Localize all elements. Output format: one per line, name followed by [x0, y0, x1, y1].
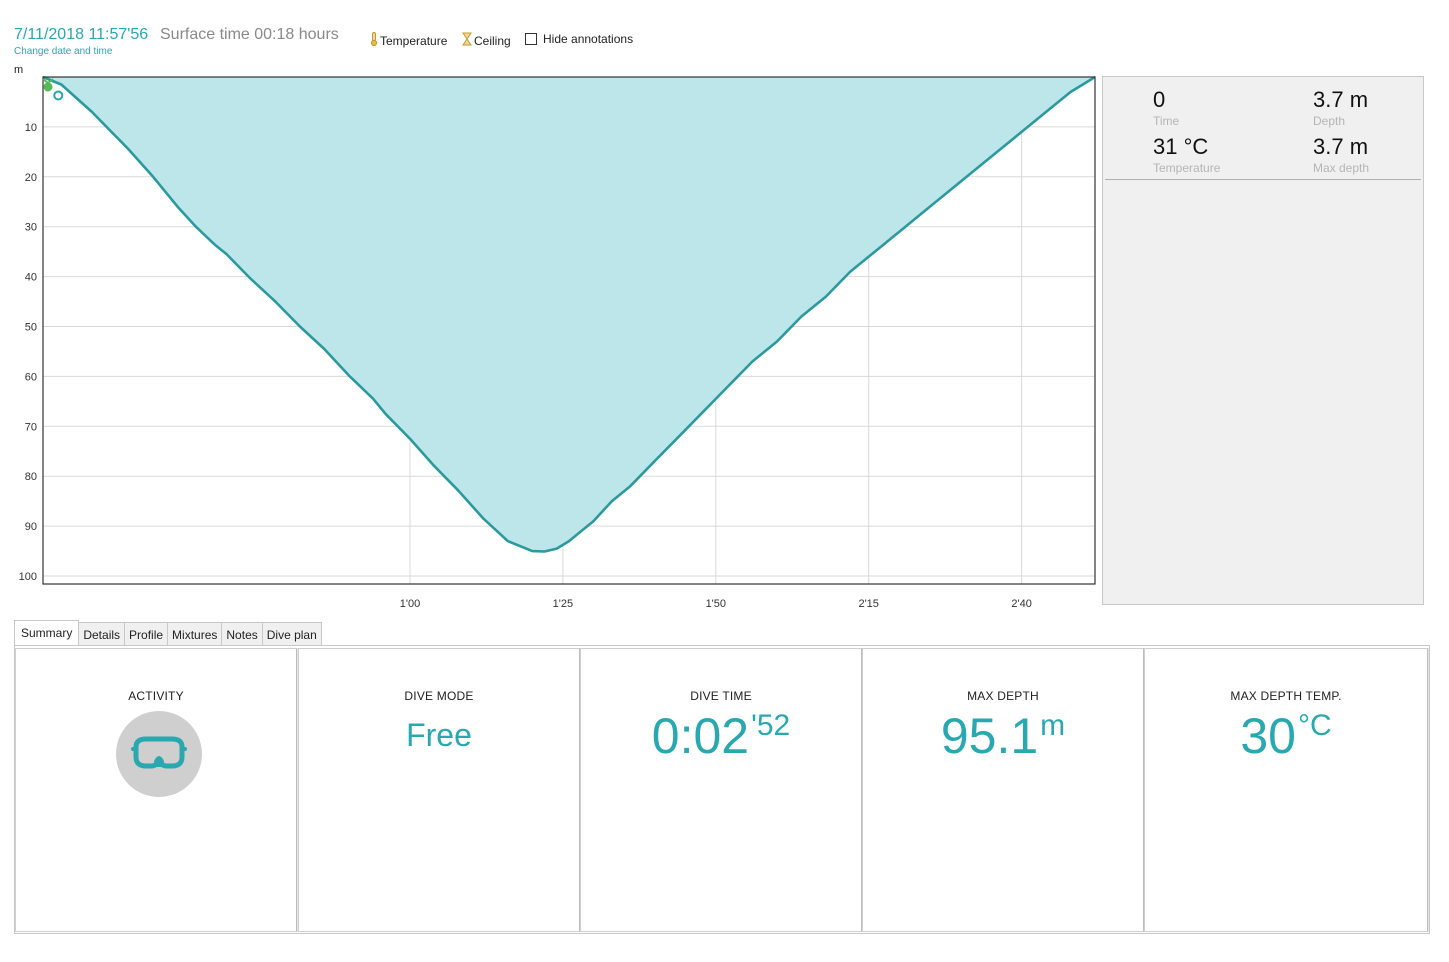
dive-datetime: 7/11/2018 11:57'56 — [14, 26, 149, 43]
hide-annotations-label: Hide annotations — [543, 32, 634, 46]
info-divider — [1105, 179, 1421, 180]
x-tick-label: 2'40 — [1011, 598, 1031, 610]
activity-title: ACTIVITY — [128, 689, 184, 703]
dive-time-seconds: '52 — [751, 709, 791, 742]
max-depth-temp-summary: 30°C — [1145, 707, 1427, 765]
tab-summary[interactable]: Summary — [14, 620, 80, 645]
max-depth-number: 95.1 — [940, 708, 1039, 764]
dive-mode-card: DIVE MODE Free — [298, 648, 580, 932]
temperature-toggle[interactable]: Temperature — [370, 32, 447, 49]
max-depth-temp-unit: °C — [1297, 709, 1332, 742]
depth-label: Depth — [1313, 114, 1346, 128]
tab-dive-plan[interactable]: Dive plan — [261, 622, 322, 646]
y-tick-label: 60 — [25, 371, 37, 383]
dive-time-title: DIVE TIME — [690, 689, 752, 703]
x-tick-label: 2'15 — [858, 598, 878, 610]
y-tick-label: 50 — [25, 322, 37, 334]
change-date-link[interactable]: Change date and time — [14, 46, 112, 57]
y-tick-label: 70 — [25, 421, 37, 433]
temperature-label: Temperature — [380, 33, 448, 48]
y-tick-label: 40 — [25, 272, 37, 284]
thermometer-icon — [370, 32, 378, 49]
hide-annotations-toggle[interactable]: Hide annotations — [525, 32, 633, 46]
dive-mode-value: Free — [406, 717, 472, 753]
max-depth-temp-number: 30 — [1240, 708, 1296, 764]
tab-mixtures[interactable]: Mixtures — [167, 622, 223, 646]
max-depth-temp-card: MAX DEPTH TEMP. 30°C — [1144, 648, 1428, 932]
dive-time-value: 0:02'52 — [581, 707, 861, 765]
surface-time: Surface time 00:18 hours — [160, 26, 339, 43]
dive-profile-chart[interactable]: 10 20 30 40 50 60 70 80 90 100 1'00 1'25 1'50 2'15 2'4… — [0, 70, 1100, 615]
y-tick-label: 10 — [25, 122, 37, 134]
activity-badge — [116, 711, 202, 797]
x-tick-label: 1'25 — [553, 598, 573, 610]
tab-profile[interactable]: Profile — [124, 622, 169, 646]
y-tick-label: 20 — [25, 172, 37, 184]
dive-mode-title: DIVE MODE — [404, 689, 474, 703]
ceiling-toggle[interactable]: Ceiling — [462, 32, 511, 49]
max-depth-temp-title: MAX DEPTH TEMP. — [1230, 689, 1342, 703]
summary-panel: ACTIVITY DIVE MODE Free DIVE TIME 0:02'5… — [14, 645, 1430, 934]
start-marker-dot — [43, 82, 53, 92]
y-tick-label: 80 — [25, 471, 37, 483]
hourglass-icon — [462, 32, 472, 49]
y-tick-label: 90 — [25, 521, 37, 533]
y-tick-label: 100 — [19, 571, 37, 583]
tab-bar: Summary Details Profile Mixtures Notes D… — [14, 620, 322, 646]
max-depth-title: MAX DEPTH — [967, 689, 1039, 703]
dive-header: 7/11/2018 11:57'56 Surface time 00:18 ho… — [14, 24, 914, 64]
dive-time-main: 0:02 — [651, 708, 750, 764]
tab-notes[interactable]: Notes — [221, 622, 263, 646]
time-value: 0 — [1153, 87, 1166, 112]
max-depth-value: 3.7 m — [1313, 134, 1369, 159]
ceiling-label: Ceiling — [474, 33, 511, 48]
temperature-info-label: Temperature — [1153, 161, 1221, 175]
tab-details[interactable]: Details — [78, 622, 126, 646]
max-depth-summary: 95.1m — [863, 707, 1143, 765]
hide-annotations-checkbox[interactable] — [525, 33, 537, 45]
temperature-value: 31 °C — [1153, 134, 1209, 159]
time-label: Time — [1153, 114, 1180, 128]
x-tick-label: 1'00 — [400, 598, 420, 610]
max-depth-card: MAX DEPTH 95.1m — [862, 648, 1144, 932]
max-depth-label: Max depth — [1313, 161, 1370, 175]
info-panel: 0 Time 3.7 m Depth 31 °C Temperature 3.7… — [1102, 76, 1424, 605]
diving-mask-icon — [131, 736, 187, 769]
max-depth-unit: m — [1040, 709, 1066, 742]
dive-time-card: DIVE TIME 0:02'52 — [580, 648, 862, 932]
activity-card: ACTIVITY — [15, 648, 297, 932]
cursor-marker — [53, 90, 64, 101]
depth-value: 3.7 m — [1313, 87, 1369, 112]
y-tick-label: 30 — [25, 222, 37, 234]
x-tick-label: 1'50 — [706, 598, 726, 610]
